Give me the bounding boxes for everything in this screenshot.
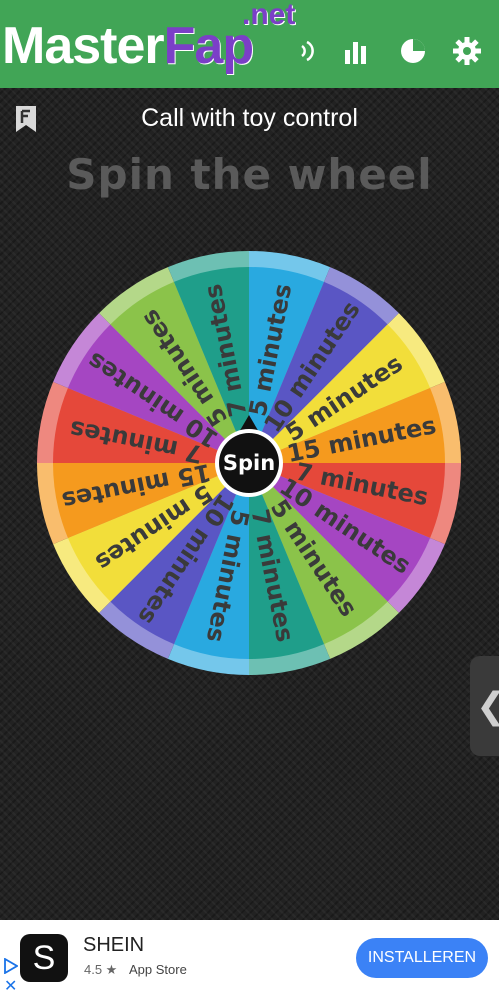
side-drawer-tab[interactable]: ❮ <box>470 656 499 756</box>
gear-icon[interactable] <box>452 36 482 66</box>
stats-icon[interactable] <box>342 36 372 66</box>
page-title: Call with toy control <box>141 104 358 132</box>
chevron-left-icon: ❮ <box>476 686 499 727</box>
close-icon[interactable]: ✕ <box>4 976 17 995</box>
ad-choices-icon[interactable] <box>4 958 18 974</box>
spin-wheel[interactable]: 5 minutes 10 minutes 5 minutes 15 minutes 7 … <box>30 238 470 688</box>
ad-rating: 4.5 ★ <box>84 962 118 977</box>
ad-banner[interactable]: ✕ S SHEIN 4.5 ★ App Store INSTALLEREN <box>0 920 499 1000</box>
spin-button-label: Spin <box>223 451 275 475</box>
brand-fap: Fap <box>163 17 254 75</box>
install-button[interactable]: INSTALLEREN <box>356 938 488 978</box>
brand-net: .net <box>242 0 296 31</box>
sound-icon[interactable] <box>296 36 326 66</box>
main-content: Call with toy control Spin the wheel 5 m… <box>0 88 499 920</box>
pie-chart-icon[interactable] <box>398 36 428 66</box>
brand-wordmark: MasterFap <box>2 16 254 76</box>
wheel-graphic: 5 minutes10 minutes5 minutes15 minutes7 … <box>37 251 461 675</box>
brand-master: Master <box>2 17 165 75</box>
page-heading: Spin the wheel <box>66 150 433 199</box>
ad-app-logo[interactable]: S <box>20 934 68 982</box>
ad-app-name: SHEIN <box>83 934 145 956</box>
top-bar: MasterFap .net <box>0 0 499 88</box>
ad-store: App Store <box>129 962 187 977</box>
